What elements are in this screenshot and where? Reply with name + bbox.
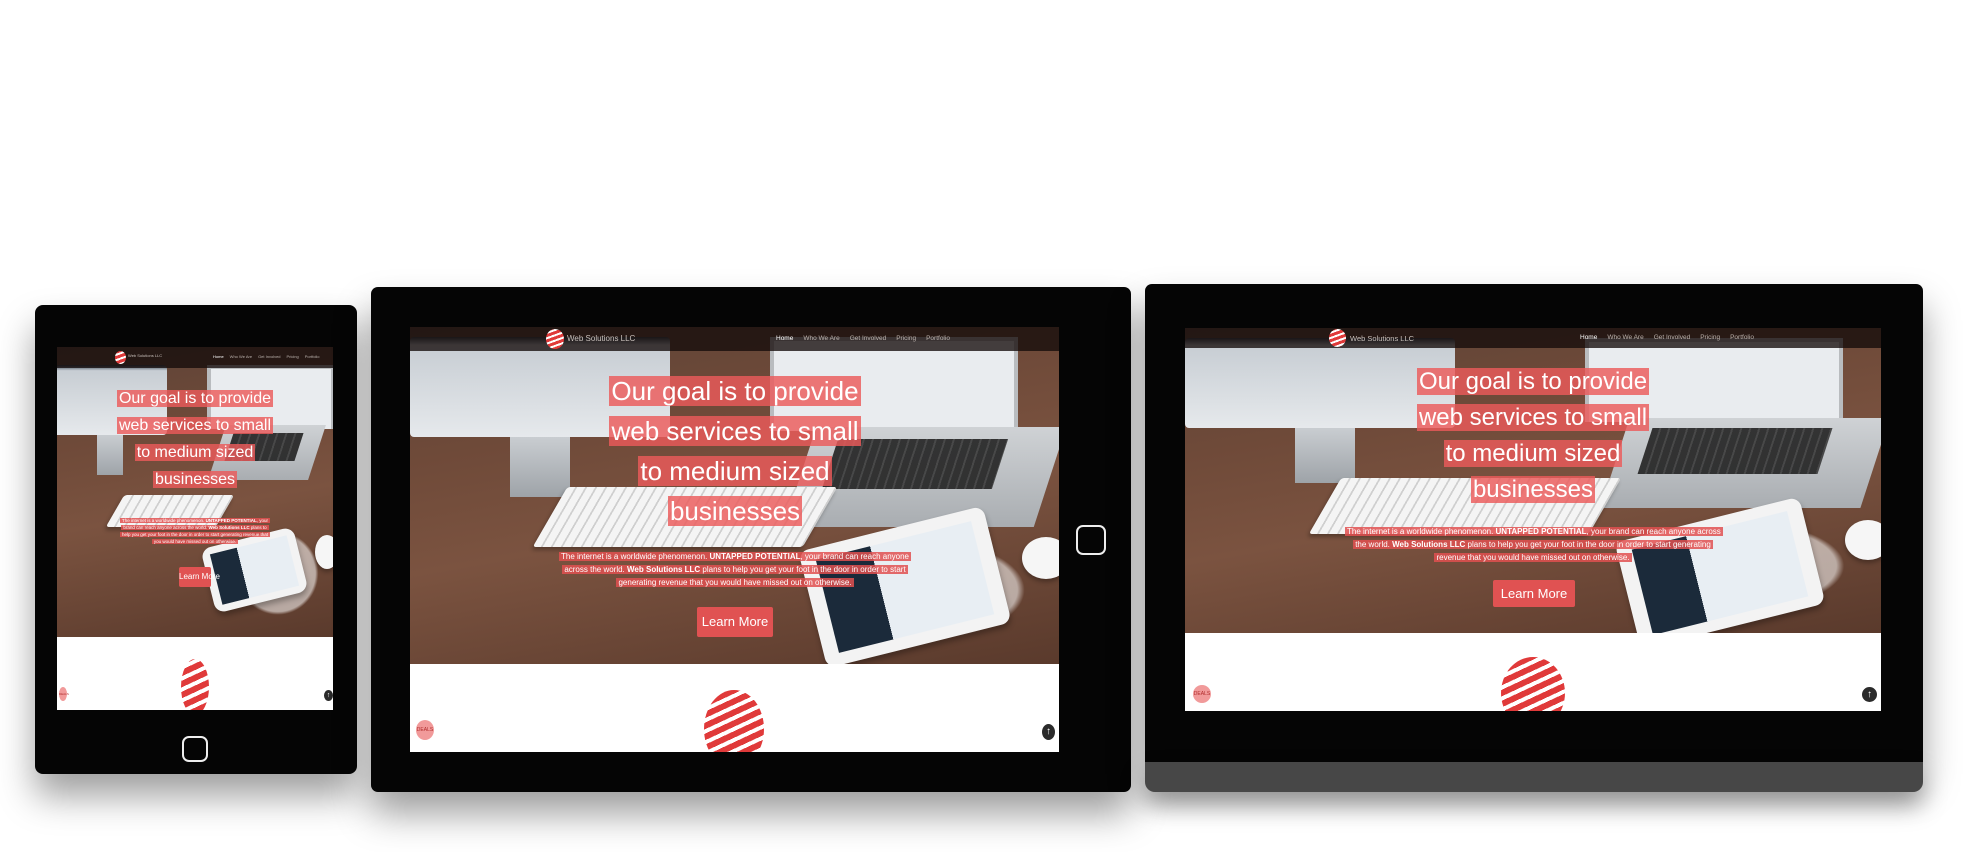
hero-subtext: The internet is a worldwide phenomenon. … bbox=[558, 552, 911, 587]
headline-line: web services to small bbox=[609, 416, 861, 446]
deals-badge[interactable]: DEALS bbox=[59, 687, 69, 701]
lower-section: DEALS ↑ bbox=[57, 637, 333, 710]
navbar: Web Solutions LLC Home Who We Are Get In… bbox=[57, 347, 333, 368]
desk-mouse bbox=[1845, 520, 1881, 560]
headline-line: businesses bbox=[1470, 476, 1596, 503]
hero-section: Web Solutions LLC Home Who We Are Get In… bbox=[410, 327, 1059, 664]
logo-icon[interactable] bbox=[115, 351, 126, 364]
monitor-stand bbox=[1295, 428, 1355, 483]
arrow-up-circle-icon[interactable]: ↑ bbox=[1862, 687, 1877, 702]
nav-pricing[interactable]: Pricing bbox=[287, 354, 299, 359]
big-logo-icon bbox=[181, 659, 209, 710]
nav-who-we-are[interactable]: Who We Are bbox=[1607, 334, 1643, 341]
nav-who-we-are[interactable]: Who We Are bbox=[230, 354, 252, 359]
nav-get-involved[interactable]: Get Involved bbox=[258, 354, 280, 359]
lower-section: DEALS ↑ bbox=[410, 664, 1059, 752]
desk-mouse bbox=[1022, 537, 1059, 579]
hero-subtext: The internet is a worldwide phenomenon. … bbox=[1345, 527, 1723, 562]
nav-menu: Home Who We Are Get Involved Pricing Por… bbox=[213, 354, 319, 359]
home-button[interactable] bbox=[182, 736, 208, 762]
large-tablet-screen: Web Solutions LLC Home Who We Are Get In… bbox=[410, 327, 1059, 752]
small-tablet-screen: Web Solutions LLC Home Who We Are Get In… bbox=[57, 347, 333, 710]
hero-section: Web Solutions LLC Home Who We Are Get In… bbox=[57, 347, 333, 637]
nav-home[interactable]: Home bbox=[1580, 334, 1597, 341]
hero-headline: Our goal is to provide web services to s… bbox=[580, 371, 890, 531]
headline-line: web services to small bbox=[1416, 404, 1650, 431]
learn-more-button[interactable]: Learn More bbox=[179, 567, 220, 587]
hero-section: Web Solutions LLC Home Who We Are Get In… bbox=[1185, 328, 1881, 633]
nav-pricing[interactable]: Pricing bbox=[1700, 334, 1720, 341]
headline-line: to medium sized bbox=[134, 444, 256, 461]
navbar: Web Solutions LLC Home Who We Are Get In… bbox=[410, 327, 1059, 351]
nav-portfolio[interactable]: Portfolio bbox=[926, 335, 950, 342]
nav-home[interactable]: Home bbox=[213, 354, 224, 359]
brand-name[interactable]: Web Solutions LLC bbox=[128, 353, 162, 358]
headline-line: web services to small bbox=[116, 417, 274, 434]
headline-line: to medium sized bbox=[1443, 440, 1623, 467]
headline-line: businesses bbox=[152, 471, 238, 488]
laptop-device: Web Solutions LLC Home Who We Are Get In… bbox=[1145, 284, 1923, 764]
small-tablet-device: Web Solutions LLC Home Who We Are Get In… bbox=[35, 305, 357, 774]
laptop-base-lip bbox=[1145, 762, 1923, 792]
hero-subtext: The internet is a worldwide phenomenon. … bbox=[119, 518, 271, 544]
hero-headline: Our goal is to provide web services to s… bbox=[97, 385, 293, 493]
learn-more-button[interactable]: Learn More bbox=[697, 607, 773, 637]
nav-portfolio[interactable]: Portfolio bbox=[305, 354, 320, 359]
home-button[interactable] bbox=[1076, 525, 1106, 555]
lower-section: DEALS ↑ bbox=[1185, 633, 1881, 711]
large-tablet-device: Web Solutions LLC Home Who We Are Get In… bbox=[371, 287, 1131, 792]
brand-name[interactable]: Web Solutions LLC bbox=[1350, 334, 1414, 343]
big-logo-icon bbox=[704, 690, 764, 752]
logo-icon[interactable] bbox=[546, 329, 564, 349]
headline-line: to medium sized bbox=[638, 456, 832, 486]
deals-badge[interactable]: DEALS bbox=[416, 720, 434, 740]
desk-mouse bbox=[315, 535, 333, 569]
arrow-up-circle-icon[interactable]: ↑ bbox=[1042, 724, 1055, 740]
navbar: Web Solutions LLC Home Who We Are Get In… bbox=[1185, 328, 1881, 348]
big-logo-icon bbox=[1501, 657, 1565, 711]
brand-name[interactable]: Web Solutions LLC bbox=[567, 334, 635, 343]
headline-line: businesses bbox=[667, 496, 803, 526]
logo-icon[interactable] bbox=[1329, 329, 1346, 347]
learn-more-button[interactable]: Learn More bbox=[1493, 580, 1575, 607]
hero-headline: Our goal is to provide web services to s… bbox=[1378, 364, 1688, 508]
nav-menu: Home Who We Are Get Involved Pricing Por… bbox=[1580, 334, 1754, 341]
headline-line: Our goal is to provide bbox=[609, 376, 861, 406]
nav-get-involved[interactable]: Get Involved bbox=[1654, 334, 1691, 341]
nav-portfolio[interactable]: Portfolio bbox=[1730, 334, 1754, 341]
arrow-up-circle-icon[interactable]: ↑ bbox=[324, 690, 333, 701]
deals-badge[interactable]: DEALS bbox=[1193, 685, 1211, 703]
nav-menu: Home Who We Are Get Involved Pricing Por… bbox=[776, 335, 950, 342]
desk-tablet bbox=[1614, 496, 1826, 633]
nav-get-involved[interactable]: Get Involved bbox=[850, 335, 887, 342]
nav-who-we-are[interactable]: Who We Are bbox=[803, 335, 839, 342]
nav-pricing[interactable]: Pricing bbox=[896, 335, 916, 342]
nav-home[interactable]: Home bbox=[776, 335, 793, 342]
headline-line: Our goal is to provide bbox=[116, 390, 274, 407]
laptop-screen-display: Web Solutions LLC Home Who We Are Get In… bbox=[1185, 328, 1881, 711]
headline-line: Our goal is to provide bbox=[1416, 368, 1650, 395]
monitor-stand bbox=[510, 437, 570, 497]
